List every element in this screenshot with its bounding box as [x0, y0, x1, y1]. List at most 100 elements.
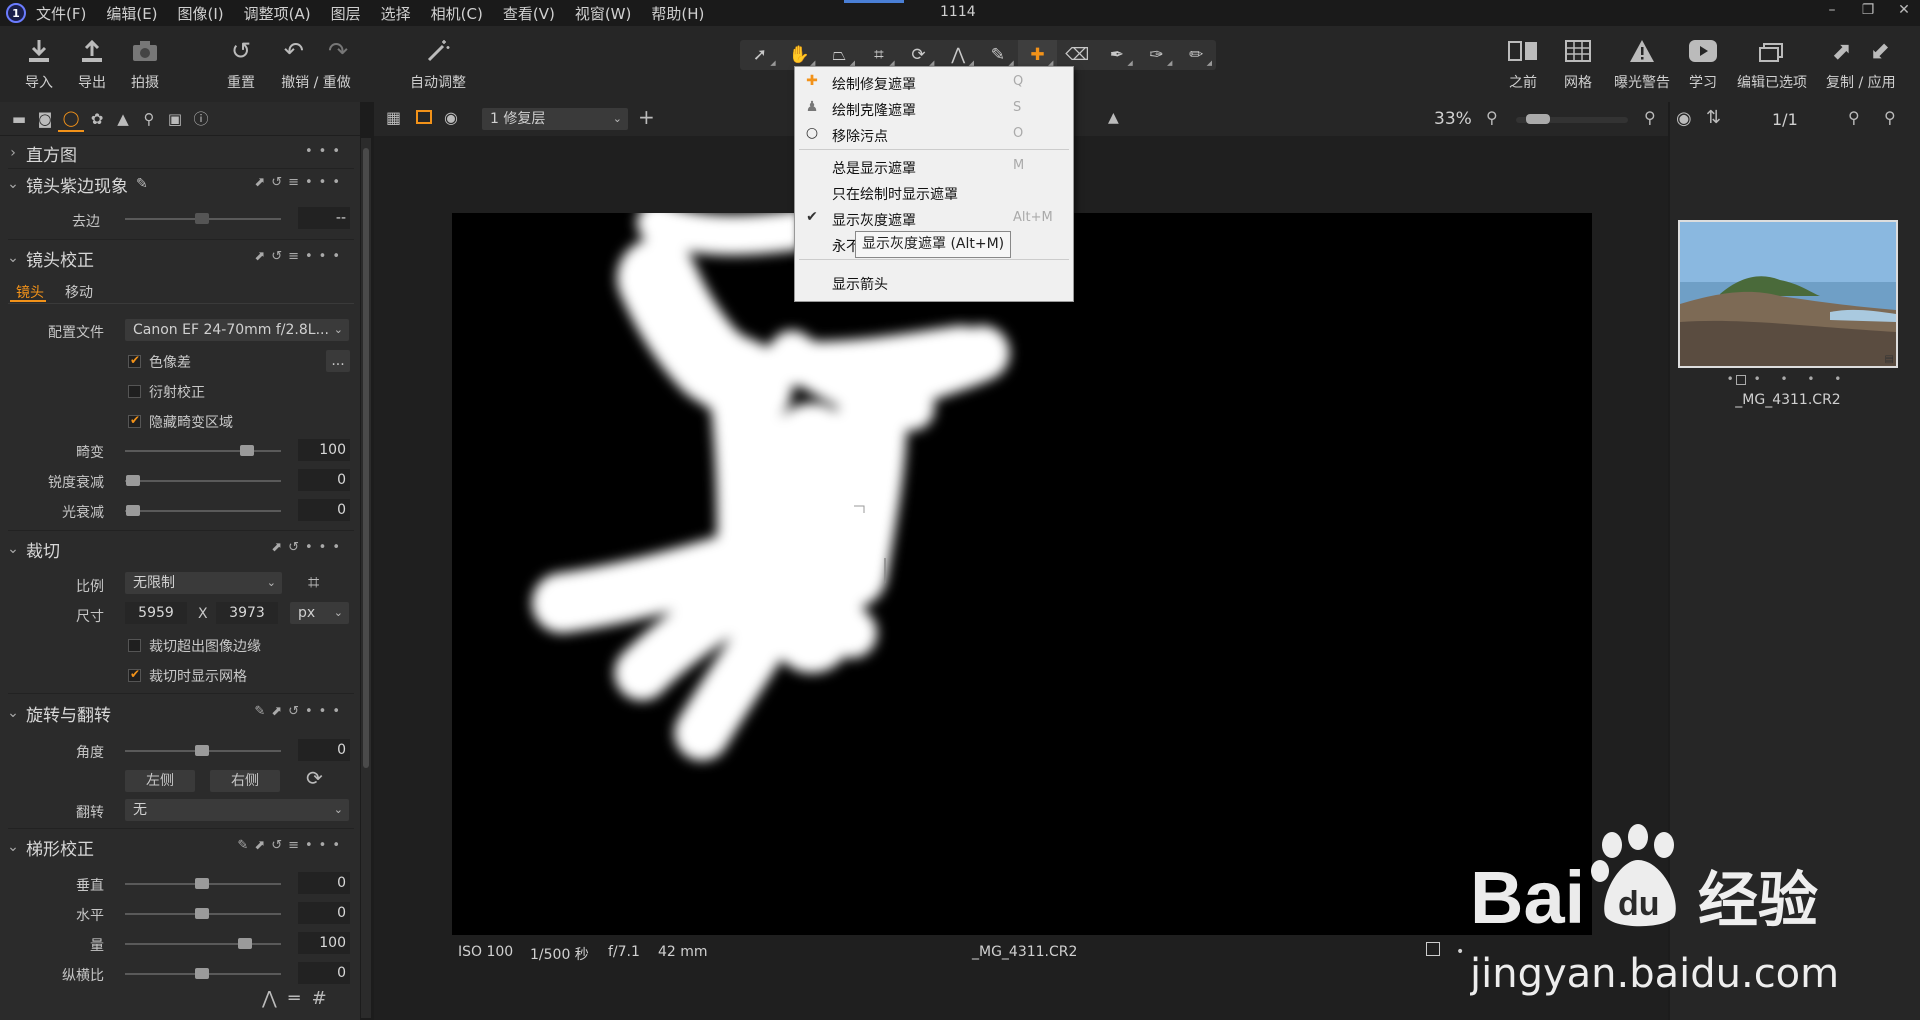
alert-icon[interactable]: ▲: [1108, 110, 1119, 126]
fringing-header[interactable]: ⌄ 镜头紫边现象 ✎ ⬈↺≡•••: [0, 169, 356, 199]
grid-button[interactable]: 网格: [1563, 36, 1593, 92]
single-view-icon[interactable]: [416, 110, 432, 124]
copy-apply-button[interactable]: ⬈ ⬋ 复制 / 应用: [1826, 36, 1896, 92]
crop-outside-checkbox[interactable]: [128, 639, 141, 652]
section-actions-icon[interactable]: ✎⬈↺•••: [254, 704, 346, 719]
light-falloff-slider[interactable]: [125, 510, 281, 512]
crop-height-field[interactable]: 3973: [216, 602, 278, 624]
menu-file[interactable]: 文件(F): [36, 3, 86, 24]
menu-draw-clone-mask[interactable]: ♟ 绘制克隆遮罩 S: [795, 95, 1075, 121]
grid-view-icon[interactable]: ▦: [386, 108, 401, 127]
close-icon[interactable]: ✕: [1892, 2, 1916, 24]
exposure-warning-button[interactable]: 曝光警告: [1614, 36, 1670, 92]
keystone-vertical-slider-thumb[interactable]: [195, 878, 209, 889]
crop-grid-checkbox[interactable]: [128, 667, 141, 682]
export-button[interactable]: 导出: [77, 36, 107, 92]
color-tab-icon[interactable]: ✿: [84, 106, 110, 132]
rotate-header[interactable]: ⌄ 旋转与翻转 ✎⬈↺•••: [0, 698, 356, 728]
light-falloff-slider-thumb[interactable]: [126, 505, 140, 516]
info-tab-icon[interactable]: ⓘ: [188, 106, 214, 132]
minimize-icon[interactable]: –: [1820, 2, 1844, 24]
eyedropper-tool-icon[interactable]: ✑ ◢: [1137, 40, 1177, 70]
left-panel-scrollbar[interactable]: [361, 138, 371, 1018]
sort-icon[interactable]: ⇅: [1706, 107, 1721, 128]
keystone-aspect-value[interactable]: 0: [298, 962, 350, 984]
menu-layers[interactable]: 图层: [331, 3, 361, 24]
select-checkbox[interactable]: [1426, 942, 1440, 956]
light-falloff-value[interactable]: 0: [298, 499, 350, 521]
menu-window[interactable]: 视窗(W): [575, 3, 632, 24]
sharpness-falloff-value[interactable]: 0: [298, 469, 350, 491]
section-actions-icon[interactable]: ✎⬈↺≡•••: [237, 838, 346, 853]
keystone-amount-value[interactable]: 100: [298, 932, 350, 954]
image-thumbnail[interactable]: ▤: [1678, 220, 1898, 368]
keystone-header[interactable]: ⌄ 梯形校正 ✎⬈↺≡•••: [0, 832, 356, 862]
add-layer-icon[interactable]: +: [638, 105, 655, 129]
crop-width-field[interactable]: 5959: [125, 602, 187, 624]
restore-icon[interactable]: ❐: [1856, 2, 1880, 24]
zoom-in-icon[interactable]: ⚲: [1644, 108, 1656, 127]
section-actions-icon[interactable]: ⬈↺≡•••: [254, 249, 346, 264]
defringe-slider-thumb[interactable]: [195, 213, 209, 224]
lens-correction-header[interactable]: ⌄ 镜头校正 ⬈↺≡•••: [0, 243, 356, 273]
menu-remove-spot[interactable]: ○ 移除污点 O: [795, 121, 1075, 147]
sharpness-falloff-slider-thumb[interactable]: [126, 475, 140, 486]
pencil-icon[interactable]: ✎: [136, 176, 148, 192]
chromatic-more-button[interactable]: ...: [326, 350, 350, 372]
hide-distortion-checkbox[interactable]: [128, 413, 141, 428]
picker-tool-icon[interactable]: ✒ ◢: [1097, 40, 1137, 70]
menu-draw-heal-mask[interactable]: ✚ 绘制修复遮罩 Q: [795, 69, 1075, 95]
distortion-slider-thumb[interactable]: [240, 445, 254, 456]
menu-show-mask-when-drawing[interactable]: 只在绘制时显示遮罩: [795, 179, 1075, 205]
section-actions-icon[interactable]: ⬈↺•••: [271, 540, 346, 555]
angle-value[interactable]: 0: [298, 739, 350, 761]
capture-tab-icon[interactable]: ◙: [32, 106, 58, 132]
rotate-left-button[interactable]: 左侧: [125, 770, 195, 792]
undo-redo-button[interactable]: ↶ ↷ 撤销 / 重做: [276, 36, 356, 92]
distortion-value[interactable]: 100: [298, 439, 350, 461]
capture-button[interactable]: 拍摄: [130, 36, 160, 92]
zoom-slider-thumb[interactable]: [1526, 114, 1550, 124]
keystone-horizontal-slider-thumb[interactable]: [195, 908, 209, 919]
menu-show-gray-mask[interactable]: ✔ 显示灰度遮罩 Alt+M: [795, 205, 1075, 231]
keystone-vertical-value[interactable]: 0: [298, 872, 350, 894]
more-icon[interactable]: •••: [305, 144, 346, 159]
flip-dropdown[interactable]: 无 ⌄: [125, 799, 349, 821]
keystone-horizontal-value[interactable]: 0: [298, 902, 350, 924]
image-canvas[interactable]: [452, 213, 1592, 935]
tab-move[interactable]: 移动: [65, 282, 93, 302]
eye-icon[interactable]: ◉: [1676, 108, 1692, 129]
crop-unit-dropdown[interactable]: px ⌄: [290, 602, 349, 624]
sharpness-falloff-slider[interactable]: [125, 480, 281, 482]
keystone-amount-slider[interactable]: [125, 943, 281, 945]
keystone-tools-icon[interactable]: ⋀═#: [262, 988, 339, 1009]
scrollbar-thumb[interactable]: [363, 148, 369, 768]
diffraction-checkbox[interactable]: [128, 385, 141, 398]
zoom-out-icon[interactable]: ⚲: [1486, 108, 1498, 127]
tab-lens[interactable]: 镜头: [16, 282, 44, 302]
crop-icon[interactable]: ⌗: [308, 570, 319, 594]
crop-header[interactable]: ⌄ 裁切 ⬈↺•••: [0, 534, 356, 564]
menu-camera[interactable]: 相机(C): [431, 3, 483, 24]
defringe-value[interactable]: --: [298, 207, 350, 229]
crop-ratio-dropdown[interactable]: 无限制 ⌄: [125, 572, 282, 594]
rotate-right-button[interactable]: 右侧: [210, 770, 280, 792]
menu-edit[interactable]: 编辑(E): [106, 3, 157, 24]
compare-view-icon[interactable]: ◉: [444, 108, 458, 127]
reset-button[interactable]: ↺ 重置: [226, 36, 256, 92]
layer-dropdown[interactable]: 1 修复层 ⌄: [482, 108, 628, 130]
menu-view[interactable]: 查看(V): [503, 3, 555, 24]
angle-slider-thumb[interactable]: [195, 745, 209, 756]
histogram-header[interactable]: › 直方图 •••: [0, 138, 356, 168]
select-tool-icon[interactable]: ➚ ◢: [740, 40, 780, 70]
chromatic-checkbox[interactable]: [128, 353, 141, 368]
auto-adjust-button[interactable]: 自动调整: [410, 36, 466, 92]
lens-tab-icon[interactable]: ◯: [58, 106, 84, 132]
rating-dots[interactable]: •: [1456, 944, 1464, 960]
metadata-tab-icon[interactable]: ▣: [162, 106, 188, 132]
section-actions-icon[interactable]: ⬈↺≡•••: [254, 175, 346, 190]
annotate-tool-icon[interactable]: ✏ ◢: [1176, 40, 1216, 70]
exposure-tab-icon[interactable]: ▲: [110, 106, 136, 132]
details-tab-icon[interactable]: ⚲: [136, 106, 162, 132]
thumbnail-select-checkbox[interactable]: [1736, 375, 1746, 385]
